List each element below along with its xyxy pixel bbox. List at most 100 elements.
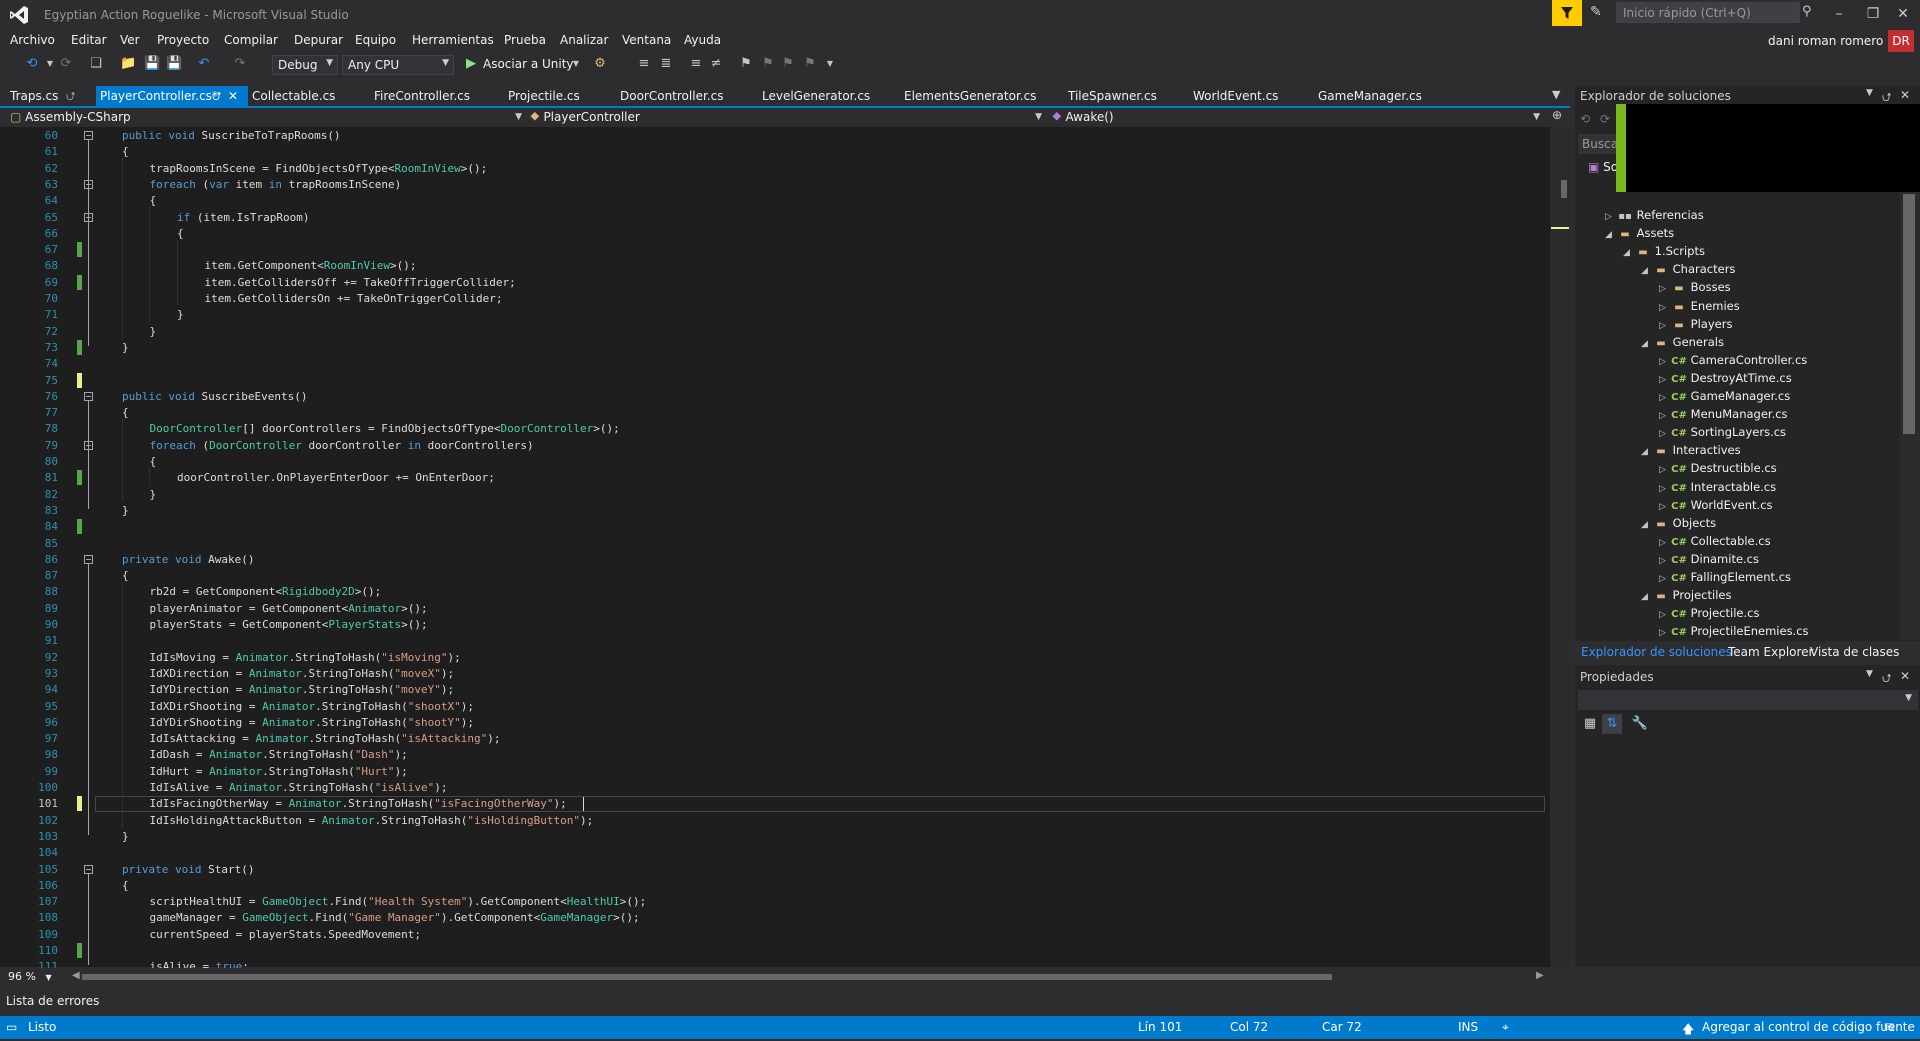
collapse-region-icon[interactable] bbox=[84, 131, 93, 140]
tree-item[interactable]: ▷ C# WorldEvent.cs bbox=[1659, 496, 1773, 514]
code-line[interactable]: trapRoomsInScene = FindObjectsOfType<Roo… bbox=[150, 161, 488, 177]
code-line[interactable]: IdYDirection = Animator.StringToHash("mo… bbox=[150, 682, 455, 698]
code-line[interactable]: doorController.OnPlayerEnterDoor += OnEn… bbox=[177, 470, 495, 486]
split-editor-icon[interactable]: ⊕ bbox=[1552, 108, 1562, 122]
code-line[interactable]: currentSpeed = playerStats.SpeedMovement… bbox=[150, 927, 422, 943]
close-window-button[interactable]: ✕ bbox=[1886, 2, 1920, 26]
tree-item[interactable]: ▷ ▪▪ Referencias bbox=[1605, 206, 1704, 224]
code-line[interactable]: rb2d = GetComponent<Rigidbody2D>(); bbox=[150, 584, 382, 600]
notifications-filter-button[interactable] bbox=[1552, 0, 1582, 26]
categorized-icon[interactable]: ▦ bbox=[1580, 714, 1600, 734]
open-folder-icon[interactable]: 📁 bbox=[120, 56, 136, 72]
avatar[interactable]: DR bbox=[1888, 30, 1914, 52]
back-icon[interactable]: ⟲ bbox=[1580, 112, 1590, 126]
code-line[interactable]: scriptHealthUI = GameObject.Find("Health… bbox=[150, 894, 647, 910]
tab-collectable[interactable]: Collectable.cs bbox=[252, 86, 335, 106]
tab-overflow-icon[interactable]: ▼ bbox=[1552, 88, 1560, 101]
code-line[interactable]: playerAnimator = GetComponent<Animator>(… bbox=[150, 601, 428, 617]
tab-traps-pin[interactable]: ⮍ bbox=[66, 86, 76, 106]
tab-gamemanager[interactable]: GameManager.cs bbox=[1318, 86, 1422, 106]
code-line[interactable]: foreach (var item in trapRoomsInScene) bbox=[150, 177, 402, 193]
tree-item[interactable]: ▷ C# CameraController.cs bbox=[1659, 351, 1807, 369]
tree-item[interactable]: ◢ ▬ Characters bbox=[1641, 260, 1735, 278]
code-line[interactable]: if (item.IsTrapRoom) bbox=[177, 210, 309, 226]
code-line[interactable]: { bbox=[150, 454, 157, 470]
navigate-icon[interactable]: ≡ bbox=[636, 56, 652, 72]
code-line[interactable]: item.GetComponent<RoomInView>(); bbox=[205, 258, 417, 274]
tree-item[interactable]: ▷ C# GameManager.cs bbox=[1659, 387, 1790, 405]
member-dropdown[interactable]: ⯁ Awake() ▼ bbox=[1052, 108, 1542, 126]
solution-tree-scroll-thumb[interactable] bbox=[1903, 194, 1915, 434]
tree-item[interactable]: ▷ C# SortingLayers.cs bbox=[1659, 423, 1786, 441]
error-list-tab[interactable]: Lista de errores bbox=[6, 994, 99, 1008]
sort-alphabetical-icon[interactable]: ⇅ bbox=[1602, 714, 1622, 734]
code-line[interactable]: IdIsMoving = Animator.StringToHash("isMo… bbox=[150, 650, 461, 666]
pane-options-icon[interactable]: ▼ bbox=[1866, 88, 1873, 98]
add-to-source-control-button[interactable]: Agregar al control de código fuente bbox=[1702, 1020, 1915, 1034]
tree-item[interactable]: ▷ C# DestroyAtTime.cs bbox=[1659, 369, 1792, 387]
tab-solution-explorer[interactable]: Explorador de soluciones bbox=[1581, 642, 1732, 662]
property-pages-icon[interactable]: 🔧 bbox=[1630, 714, 1650, 734]
save-all-icon[interactable]: 💾 bbox=[166, 56, 182, 72]
collapsed-arrow-icon[interactable]: ▷ bbox=[1659, 624, 1671, 640]
tab-playercontroller[interactable]: PlayerController.cs* ⮍ ✕ bbox=[96, 86, 248, 106]
next-bookmark-icon[interactable]: ⚑ bbox=[780, 56, 796, 72]
menu-herramientas[interactable]: Herramientas bbox=[412, 33, 494, 47]
back-dropdown-icon[interactable]: ▼ bbox=[42, 56, 58, 72]
menu-analizar[interactable]: Analizar bbox=[560, 33, 608, 47]
tree-item[interactable]: ◢ ▬ Assets bbox=[1605, 224, 1674, 242]
code-line[interactable]: item.GetCollidersOn += TakeOnTriggerColl… bbox=[205, 291, 503, 307]
browser-link-icon[interactable]: ⚙ bbox=[592, 56, 608, 72]
tab-levelgenerator[interactable]: LevelGenerator.cs bbox=[762, 86, 870, 106]
code-line[interactable]: playerStats = GetComponent<PlayerStats>(… bbox=[150, 617, 428, 633]
tree-item[interactable]: ▷ ▬ Players bbox=[1659, 315, 1732, 333]
class-dropdown[interactable]: ⯁ PlayerController ▼ bbox=[530, 108, 1044, 126]
code-line[interactable]: DoorController[] doorControllers = FindO… bbox=[150, 421, 620, 437]
collapse-region-icon[interactable] bbox=[84, 554, 93, 564]
solution-node[interactable]: ▣ So bbox=[1588, 160, 1618, 174]
code-line[interactable]: } bbox=[122, 503, 129, 519]
tree-item[interactable]: ◢ ▬ Generals bbox=[1641, 333, 1724, 351]
minimize-button[interactable]: – bbox=[1822, 2, 1856, 26]
code-line[interactable]: private void Awake() bbox=[122, 552, 254, 568]
tree-item[interactable]: ▷ C# Projectile.cs bbox=[1659, 604, 1759, 622]
bookmark-icon[interactable]: ⚑ bbox=[738, 56, 754, 72]
properties-object-select[interactable]: ▼ bbox=[1578, 690, 1918, 710]
code-line[interactable]: IdXDirShooting = Animator.StringToHash("… bbox=[150, 699, 475, 715]
back-icon[interactable]: ⟲ bbox=[24, 56, 40, 72]
code-line[interactable]: IdIsHoldingAttackButton = Animator.Strin… bbox=[150, 813, 594, 829]
attach-dropdown-icon[interactable]: ▼ bbox=[568, 56, 584, 72]
upload-arrow-icon[interactable]: 🡅 bbox=[1682, 1020, 1694, 1041]
expanded-arrow-icon[interactable]: ◢ bbox=[1623, 244, 1635, 262]
quick-launch-input[interactable]: Inicio rápido (Ctrl+Q) bbox=[1616, 2, 1800, 23]
expanded-arrow-icon[interactable]: ◢ bbox=[1641, 335, 1653, 353]
code-line[interactable]: } bbox=[122, 829, 129, 845]
menu-compilar[interactable]: Compilar bbox=[224, 33, 278, 47]
comment-icon[interactable]: ≡ bbox=[688, 56, 704, 72]
menu-depurar[interactable]: Depurar bbox=[294, 33, 343, 47]
code-line[interactable]: } bbox=[122, 340, 129, 356]
tree-item[interactable]: ▷ C# MenuManager.cs bbox=[1659, 405, 1788, 423]
code-line[interactable]: IdIsAlive = Animator.StringToHash("isAli… bbox=[150, 780, 448, 796]
prev-bookmark-icon[interactable]: ⚑ bbox=[760, 56, 776, 72]
tab-doorcontroller[interactable]: DoorController.cs bbox=[620, 86, 723, 106]
menu-ventana[interactable]: Ventana bbox=[622, 33, 671, 47]
feedback-icon[interactable]: ✎ bbox=[1590, 4, 1608, 22]
tree-item[interactable]: ▷ C# Dinamite.cs bbox=[1659, 550, 1759, 568]
expanded-arrow-icon[interactable]: ◢ bbox=[1641, 262, 1653, 280]
code-line[interactable]: IdYDirShooting = Animator.StringToHash("… bbox=[150, 715, 475, 731]
collapse-region-icon[interactable] bbox=[84, 864, 93, 874]
tree-item[interactable]: ◢ ▬ Projectiles bbox=[1641, 586, 1731, 604]
code-line[interactable]: item.GetCollidersOff += TakeOffTriggerCo… bbox=[205, 275, 516, 291]
close-icon[interactable]: ✕ bbox=[228, 86, 238, 106]
code-line[interactable]: public void SuscribeToTrapRooms() bbox=[122, 128, 341, 144]
expanded-arrow-icon[interactable]: ◢ bbox=[1605, 226, 1617, 244]
forward-icon[interactable]: ⟳ bbox=[1600, 112, 1610, 126]
code-line[interactable]: { bbox=[150, 193, 157, 209]
save-icon[interactable]: 💾 bbox=[144, 56, 160, 72]
forward-icon[interactable]: ⟳ bbox=[58, 56, 74, 72]
collapse-region-icon[interactable] bbox=[84, 391, 93, 401]
toolbar-overflow-icon[interactable]: ▼ bbox=[822, 56, 838, 72]
uncomment-icon[interactable]: ≠ bbox=[708, 56, 724, 72]
configuration-select[interactable]: Debug ▼ bbox=[272, 55, 338, 75]
